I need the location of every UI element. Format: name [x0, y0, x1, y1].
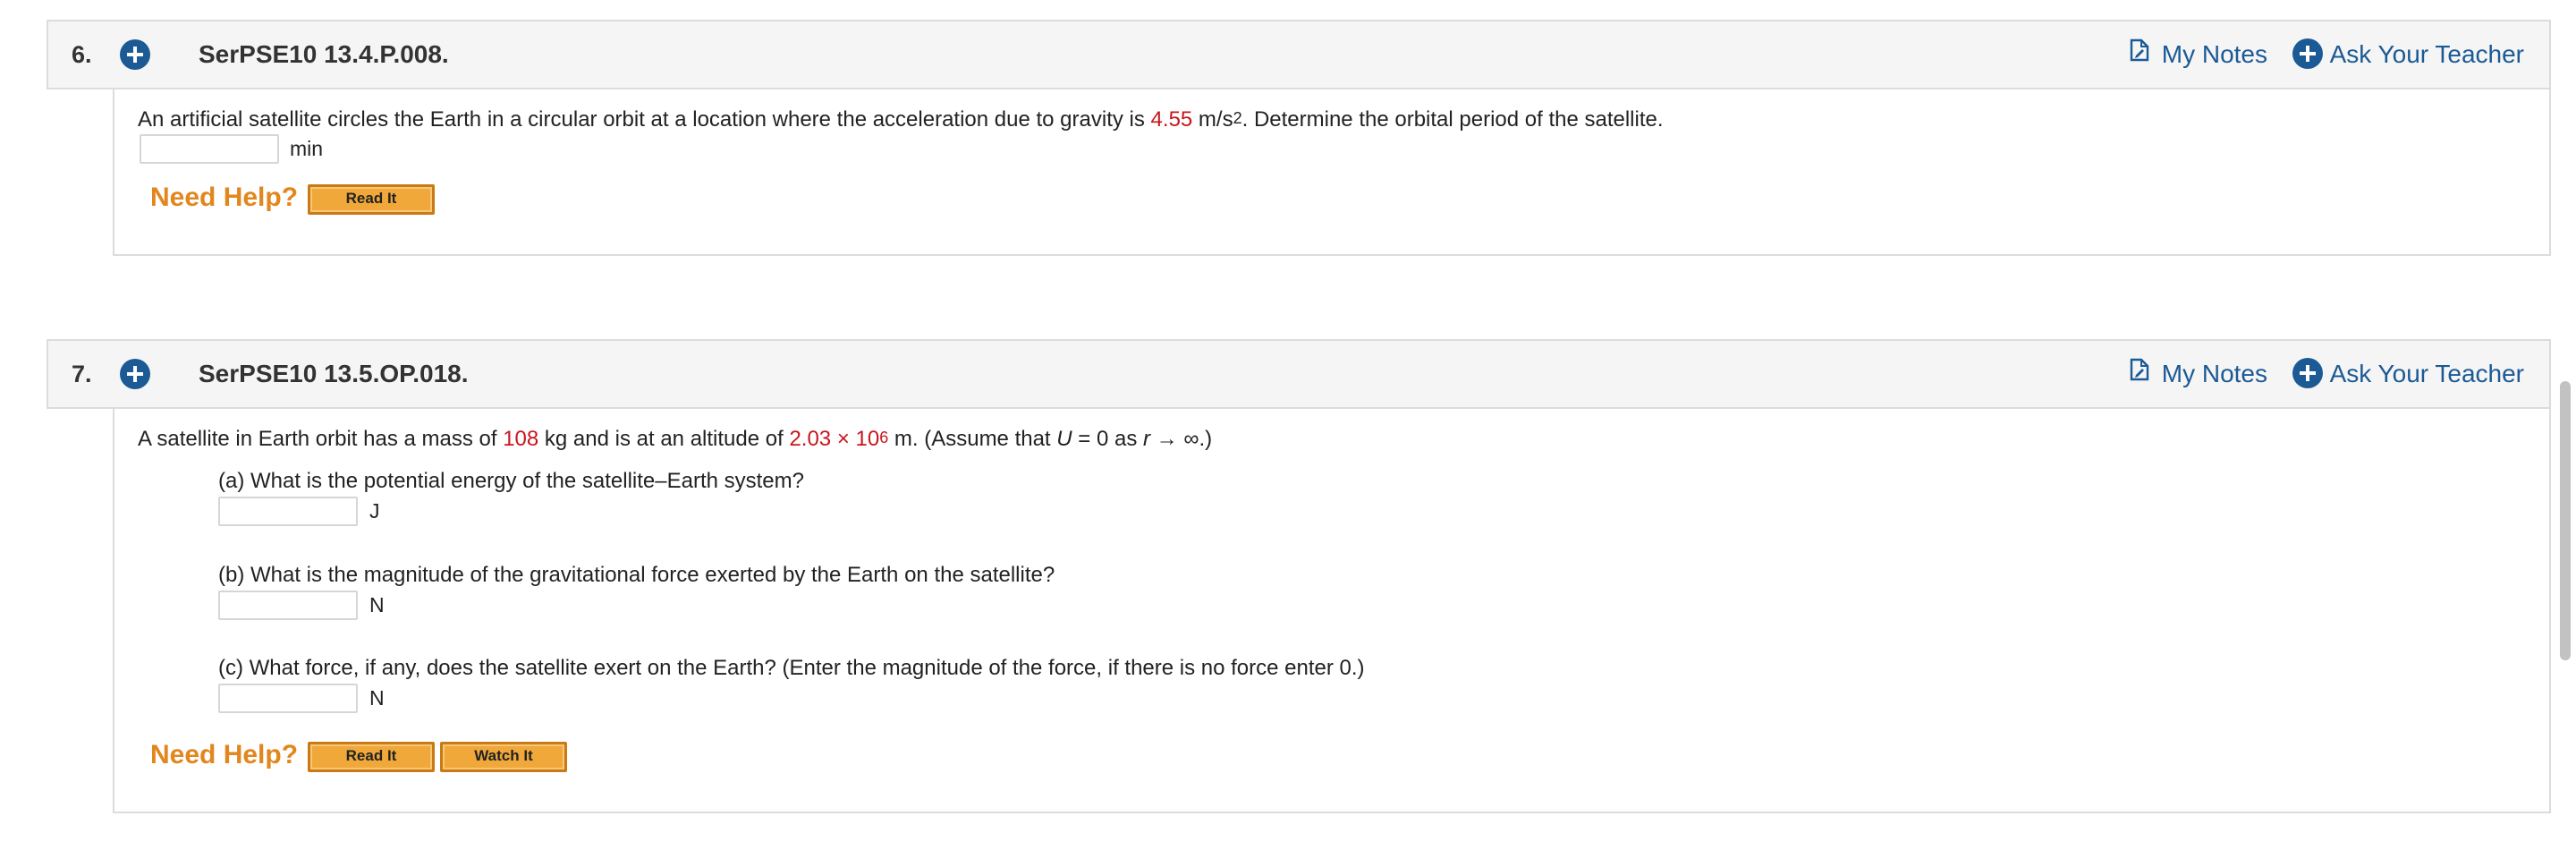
altitude-value: 2.03 × 10 [789, 427, 880, 451]
question-7-header: 7. SerPSE10 13.5.OP.018. My Notes Ask Yo… [47, 339, 2551, 409]
stem-text: → ∞.) [1150, 427, 1213, 451]
stem-text: kg and is at an altitude of [538, 427, 790, 451]
ask-teacher-link[interactable]: Ask Your Teacher [2292, 21, 2524, 88]
part-a-answer-input[interactable] [218, 497, 358, 526]
stem-text: An artificial satellite circles the Eart… [138, 107, 1151, 132]
part-c-answer-input[interactable] [218, 684, 358, 713]
need-help-label: Need Help? [150, 183, 299, 212]
watch-it-button[interactable]: Watch It [440, 742, 567, 772]
part-a-text: (a) What is the potential energy of the … [218, 469, 804, 493]
question-stem: A satellite in Earth orbit has a mass of… [138, 427, 1212, 452]
part-b-unit: N [369, 593, 385, 616]
stem-unit: m/s [1192, 107, 1233, 132]
question-id: SerPSE10 13.5.OP.018. [199, 360, 469, 387]
plus-circle-icon [127, 366, 143, 382]
ask-teacher-label: Ask Your Teacher [2329, 360, 2524, 387]
question-number: 6. [72, 41, 92, 68]
stem-text: . Determine the orbital period of the sa… [1241, 107, 1664, 132]
part-a-unit: J [369, 499, 380, 523]
read-it-button[interactable]: Read It [308, 742, 435, 772]
ask-teacher-link[interactable]: Ask Your Teacher [2292, 341, 2524, 407]
answer-unit: min [290, 137, 324, 160]
my-notes-link[interactable]: My Notes [2130, 341, 2267, 407]
need-help-label: Need Help? [150, 740, 299, 769]
plus-circle-icon [2292, 357, 2323, 388]
plus-circle-icon [127, 47, 143, 63]
question-number: 7. [72, 361, 92, 387]
document-edit-icon [2130, 21, 2149, 87]
page: 6. SerPSE10 13.4.P.008. My Notes Ask You… [0, 0, 2576, 850]
ask-teacher-label: Ask Your Teacher [2329, 40, 2524, 68]
my-notes-link[interactable]: My Notes [2130, 21, 2267, 88]
question-6-body: An artificial satellite circles the Eart… [113, 89, 2551, 256]
stem-text: m. (Assume that [888, 427, 1057, 451]
stem-text: = 0 as [1072, 427, 1144, 451]
question-6-header: 6. SerPSE10 13.4.P.008. My Notes Ask You… [47, 20, 2551, 89]
question-stem: An artificial satellite circles the Eart… [138, 107, 1664, 132]
part-b-answer-input[interactable] [218, 591, 358, 620]
part-b-text: (b) What is the magnitude of the gravita… [218, 563, 1055, 587]
scrollbar-thumb[interactable] [2560, 381, 2571, 660]
part-c-unit: N [369, 686, 385, 710]
altitude-exponent: 6 [879, 429, 889, 446]
my-notes-label: My Notes [2161, 40, 2267, 68]
plus-circle-icon [2292, 38, 2323, 69]
question-7-body: A satellite in Earth orbit has a mass of… [113, 409, 2551, 813]
gravity-value: 4.55 [1150, 107, 1193, 132]
expand-question-button[interactable] [120, 39, 150, 70]
expand-question-button[interactable] [120, 359, 150, 389]
symbol-u: U [1056, 427, 1072, 451]
document-edit-icon [2130, 340, 2149, 406]
mass-value: 108 [503, 427, 539, 451]
my-notes-label: My Notes [2161, 360, 2267, 387]
read-it-button[interactable]: Read It [308, 184, 435, 215]
exponent: 2 [1233, 109, 1242, 127]
stem-text: A satellite in Earth orbit has a mass of [138, 427, 504, 451]
answer-input[interactable] [140, 134, 279, 164]
symbol-r: r [1143, 427, 1151, 451]
question-id: SerPSE10 13.4.P.008. [199, 40, 449, 68]
part-c-text: (c) What force, if any, does the satelli… [218, 656, 1365, 680]
